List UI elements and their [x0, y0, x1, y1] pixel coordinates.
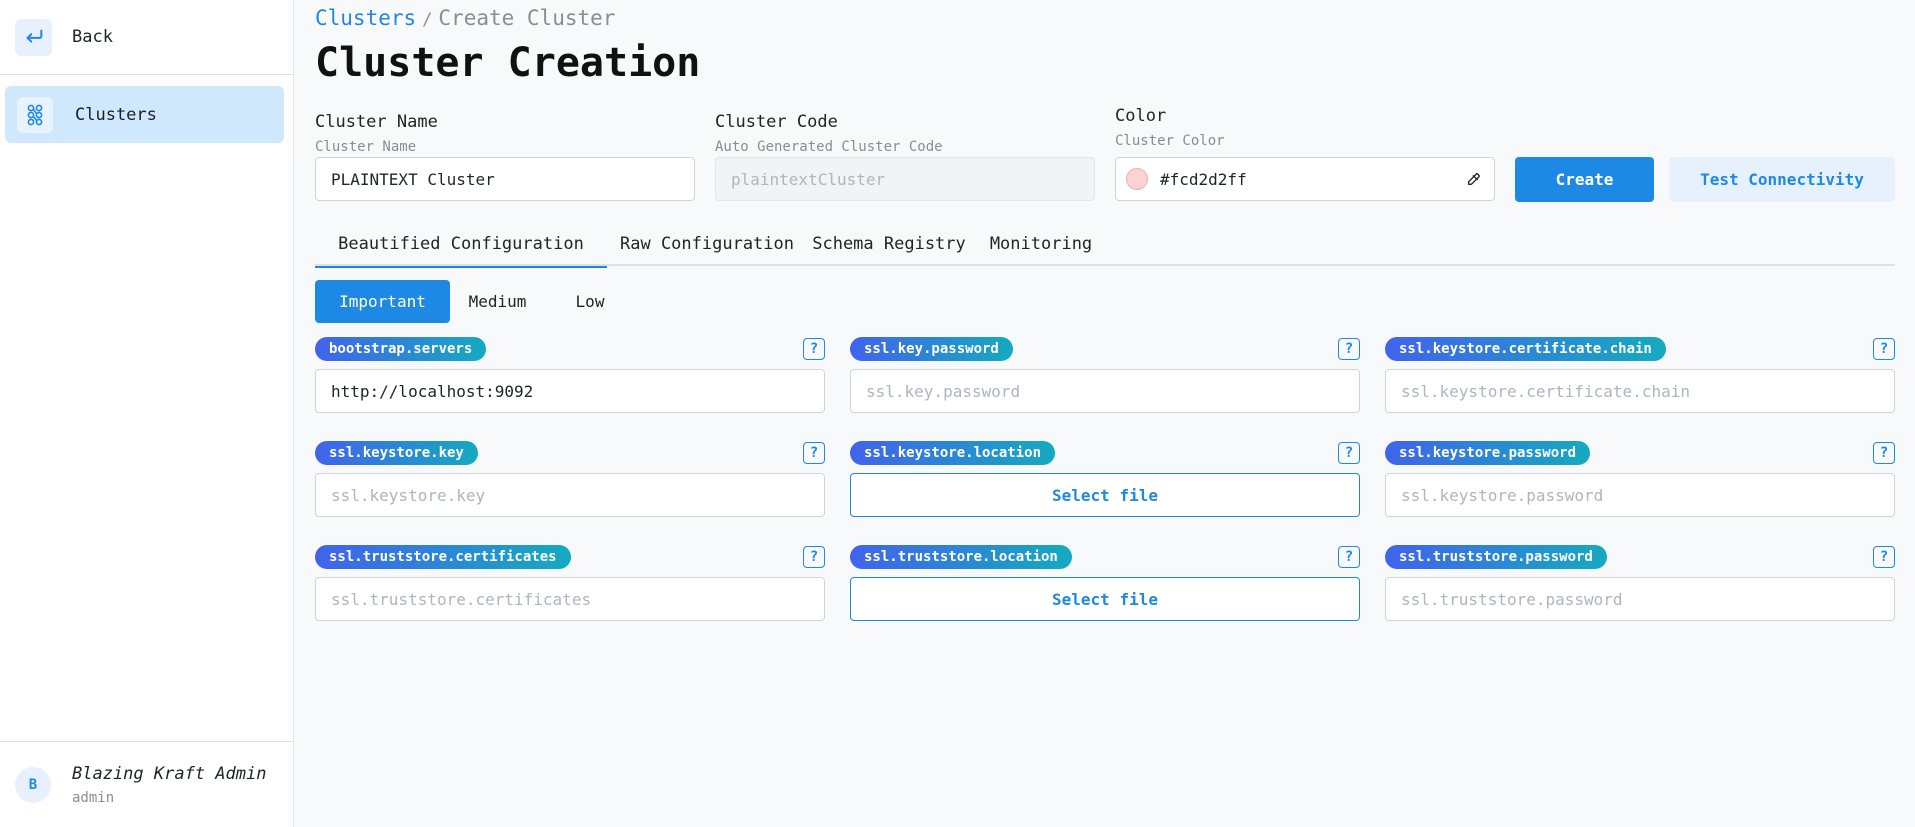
- user-panel[interactable]: B Blazing Kraft Admin admin: [0, 741, 294, 827]
- page-title: Cluster Creation: [315, 40, 701, 86]
- tab-beautified-configuration[interactable]: Beautified Configuration: [315, 222, 607, 268]
- config-key-badge: ssl.truststore.password: [1385, 545, 1607, 569]
- select-file-button[interactable]: Select file: [850, 577, 1360, 621]
- back-arrow-icon: [15, 18, 52, 56]
- config-input[interactable]: [315, 369, 825, 413]
- config-field-ssl-keystore-password: ssl.keystore.password ?: [1385, 441, 1895, 521]
- user-info: Blazing Kraft Admin admin: [72, 764, 266, 806]
- tab-raw-configuration[interactable]: Raw Configuration: [607, 222, 807, 266]
- config-input[interactable]: [315, 473, 825, 517]
- help-icon[interactable]: ?: [803, 442, 825, 464]
- config-tabs: Beautified Configuration Raw Configurati…: [315, 222, 1895, 268]
- help-icon[interactable]: ?: [1873, 546, 1895, 568]
- select-file-button[interactable]: Select file: [850, 473, 1360, 517]
- config-field-ssl-truststore-password: ssl.truststore.password ?: [1385, 545, 1895, 625]
- color-swatch[interactable]: [1126, 168, 1148, 190]
- priority-important-button[interactable]: Important: [315, 280, 450, 323]
- help-icon[interactable]: ?: [1873, 442, 1895, 464]
- color-input[interactable]: #fcd2d2ff: [1115, 157, 1495, 201]
- config-input[interactable]: [1385, 577, 1895, 621]
- config-field-ssl-keystore-certificate-chain: ssl.keystore.certificate.chain ?: [1385, 337, 1895, 417]
- help-icon[interactable]: ?: [1873, 338, 1895, 360]
- config-field-ssl-truststore-certificates: ssl.truststore.certificates ?: [315, 545, 825, 625]
- breadcrumb: Clusters / Create Cluster: [315, 6, 615, 30]
- config-key-badge: ssl.truststore.location: [850, 545, 1072, 569]
- tab-schema-registry[interactable]: Schema Registry: [807, 222, 971, 266]
- cluster-name-input[interactable]: [315, 157, 695, 201]
- cluster-code-description: Auto Generated Cluster Code: [715, 139, 943, 155]
- config-key-badge: ssl.keystore.password: [1385, 441, 1591, 465]
- config-field-ssl-key-password: ssl.key.password ?: [850, 337, 1360, 417]
- config-input[interactable]: [850, 369, 1360, 413]
- eyedropper-icon[interactable]: [1454, 157, 1494, 201]
- tab-monitoring[interactable]: Monitoring: [971, 222, 1111, 266]
- color-description: Cluster Color: [1115, 133, 1225, 149]
- sidebar: Back Clusters B Blazing Kraft Admin admi…: [0, 0, 294, 827]
- help-icon[interactable]: ?: [803, 546, 825, 568]
- config-key-badge: ssl.keystore.location: [850, 441, 1056, 465]
- help-icon[interactable]: ?: [803, 338, 825, 360]
- color-label: Color: [1115, 106, 1167, 126]
- cluster-name-description: Cluster Name: [315, 139, 417, 155]
- sidebar-item-clusters[interactable]: Clusters: [5, 86, 284, 143]
- cluster-name-label: Cluster Name: [315, 112, 438, 132]
- config-key-badge: ssl.truststore.certificates: [315, 545, 571, 569]
- config-input[interactable]: [1385, 369, 1895, 413]
- priority-low-button[interactable]: Low: [545, 280, 635, 323]
- cluster-code-input: [715, 157, 1095, 201]
- back-label: Back: [72, 27, 113, 47]
- config-key-badge: ssl.keystore.key: [315, 441, 478, 465]
- config-field-ssl-truststore-location: ssl.truststore.location ? Select file: [850, 545, 1360, 625]
- priority-medium-button[interactable]: Medium: [450, 280, 545, 323]
- test-connectivity-button[interactable]: Test Connectivity: [1669, 157, 1895, 202]
- config-field-ssl-keystore-location: ssl.keystore.location ? Select file: [850, 441, 1360, 521]
- color-value: #fcd2d2ff: [1160, 169, 1247, 189]
- user-role: admin: [72, 789, 115, 806]
- config-key-badge: ssl.keystore.certificate.chain: [1385, 337, 1666, 361]
- config-key-badge: ssl.key.password: [850, 337, 1013, 361]
- breadcrumb-clusters-link[interactable]: Clusters: [315, 6, 416, 30]
- config-field-ssl-keystore-key: ssl.keystore.key ?: [315, 441, 825, 521]
- back-button[interactable]: Back: [0, 0, 293, 75]
- cluster-code-label: Cluster Code: [715, 112, 838, 132]
- config-input[interactable]: [1385, 473, 1895, 517]
- config-input[interactable]: [315, 577, 825, 621]
- breadcrumb-current: Create Cluster: [438, 6, 616, 30]
- user-name: Blazing Kraft Admin: [72, 763, 267, 784]
- create-button[interactable]: Create: [1515, 157, 1654, 202]
- help-icon[interactable]: ?: [1338, 442, 1360, 464]
- help-icon[interactable]: ?: [1338, 546, 1360, 568]
- config-field-bootstrap-servers: bootstrap.servers ?: [315, 337, 825, 417]
- breadcrumb-separator: /: [422, 10, 433, 30]
- config-key-badge: bootstrap.servers: [315, 337, 487, 361]
- avatar: B: [15, 766, 51, 803]
- clusters-icon: [17, 96, 53, 133]
- help-icon[interactable]: ?: [1338, 338, 1360, 360]
- sidebar-item-label: Clusters: [75, 104, 157, 125]
